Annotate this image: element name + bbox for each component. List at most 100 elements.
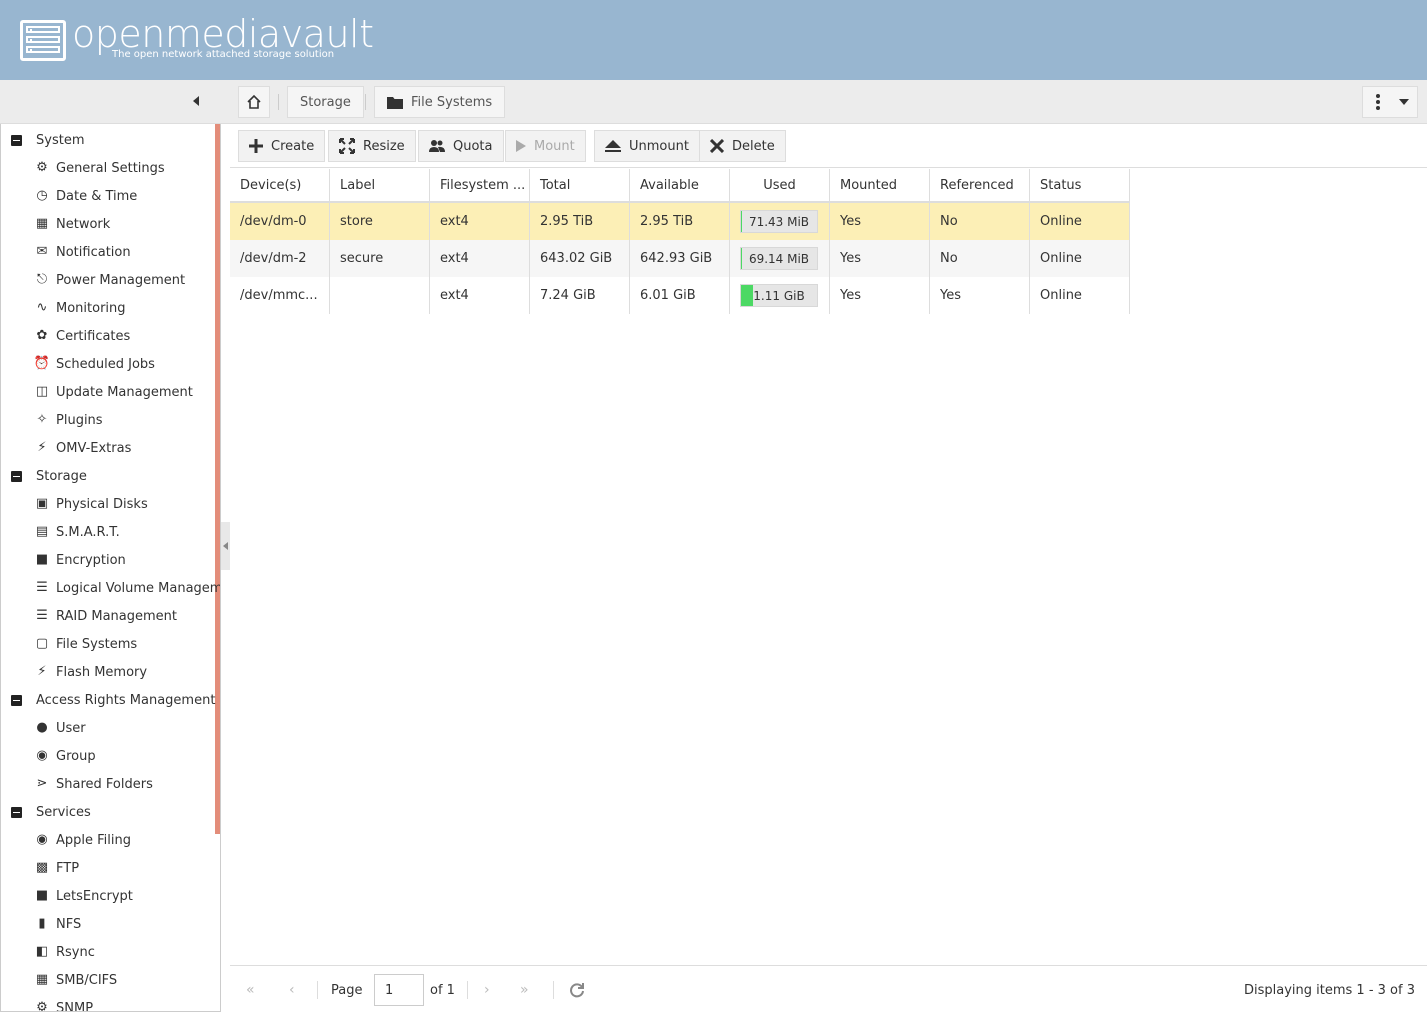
sidebar-item-ftp[interactable]: ▩ FTP: [1, 854, 79, 882]
sidebar-category-system[interactable]: System: [1, 126, 84, 154]
sidebar-item-logical-volume-managem[interactable]: ☰ Logical Volume Managem: [1, 574, 220, 602]
dropdown-button[interactable]: [1390, 86, 1418, 118]
sidebar-item-group[interactable]: ◉ Group: [1, 742, 96, 770]
sidebar-scrollbar[interactable]: [215, 124, 220, 834]
sidebar-item-notification[interactable]: ✉ Notification: [1, 238, 131, 266]
cell-label: store: [330, 203, 430, 240]
cell-label: secure: [330, 240, 430, 277]
app-subtitle: The open network attached storage soluti…: [112, 49, 335, 60]
collapse-icon[interactable]: [11, 470, 22, 482]
sidebar-item-letsencrypt[interactable]: ■ LetsEncrypt: [1, 882, 133, 910]
column-header-filesystem[interactable]: Filesystem ...: [430, 169, 530, 201]
next-page-icon[interactable]: ›: [484, 978, 490, 1002]
sidebar-item-certificates[interactable]: ✿ Certificates: [1, 322, 131, 350]
expand-icon: [339, 138, 355, 154]
table-row[interactable]: /dev/mmc... ext4 7.24 GiB 6.01 GiB 1.11 GiB Y…: [230, 277, 1130, 314]
create-button[interactable]: Create: [238, 130, 326, 162]
page-count-label: of 1: [430, 982, 455, 998]
collapse-sidebar-icon[interactable]: [193, 96, 199, 106]
windows-icon: ▦: [35, 972, 49, 987]
sidebar-item-scheduled-jobs[interactable]: ⏰ Scheduled Jobs: [1, 350, 155, 378]
sidebar-item-label: SNMP: [56, 1000, 94, 1012]
category-label: System: [36, 132, 85, 148]
sidebar-item-omv-extras[interactable]: ⚡ OMV-Extras: [1, 434, 131, 462]
column-header-total[interactable]: Total: [530, 169, 630, 201]
sidebar-item-label: LetsEncrypt: [56, 888, 133, 904]
sidebar-item-monitoring[interactable]: ∿ Monitoring: [1, 294, 126, 322]
collapse-icon[interactable]: [11, 134, 22, 146]
sidebar-item-network[interactable]: ▦ Network: [1, 210, 110, 238]
sidebar-item-snmp[interactable]: ⚙ SNMP: [1, 994, 94, 1012]
column-header-used[interactable]: Used: [730, 169, 830, 201]
last-page-icon[interactable]: »: [520, 978, 529, 1002]
breadcrumb-file-systems[interactable]: File Systems: [374, 86, 506, 118]
sidebar-item-flash-memory[interactable]: ⚡ Flash Memory: [1, 658, 147, 686]
sidebar-item-date-time[interactable]: ◷ Date & Time: [1, 182, 137, 210]
sidebar-category-storage[interactable]: Storage: [1, 462, 87, 490]
sidebar-item-label: Group: [56, 748, 96, 764]
lock-icon: ■: [35, 888, 49, 903]
column-header-label[interactable]: Label: [330, 169, 430, 201]
sidebar-item-file-systems[interactable]: ▢ File Systems: [1, 630, 137, 658]
sidebar-item-power-management[interactable]: ⎋ Power Management: [1, 266, 185, 294]
sidebar-item-raid-management[interactable]: ☰ RAID Management: [1, 602, 177, 630]
sidebar-item-physical-disks[interactable]: ▣ Physical Disks: [1, 490, 148, 518]
refresh-icon[interactable]: [569, 978, 585, 1002]
play-icon: [516, 140, 526, 152]
group-icon: ◉: [36, 748, 48, 763]
logo-icon: [20, 20, 66, 61]
column-header-device[interactable]: Device(s): [230, 169, 330, 201]
first-page-icon[interactable]: «: [246, 978, 255, 1002]
column-header-available[interactable]: Available: [630, 169, 730, 201]
column-header-mounted[interactable]: Mounted: [830, 169, 930, 201]
cell-status: Online: [1030, 277, 1130, 314]
sidebar-item-apple-filing[interactable]: ◉ Apple Filing: [1, 826, 131, 854]
sidebar-item-encryption[interactable]: ■ Encryption: [1, 546, 126, 574]
quota-button[interactable]: Quota: [418, 130, 504, 162]
cell-referenced: No: [930, 240, 1030, 277]
sidebar-item-update-management[interactable]: ◫ Update Management: [1, 378, 193, 406]
mount-button[interactable]: Mount: [505, 130, 586, 162]
close-icon: [710, 139, 724, 153]
sidebar-category-services[interactable]: Services: [1, 798, 91, 826]
gear-icon: ⚙: [36, 1000, 48, 1012]
sidebar-item-label: Notification: [56, 244, 131, 260]
home-button[interactable]: [238, 86, 270, 118]
apple-icon: ◉: [36, 832, 48, 847]
previous-page-icon[interactable]: ‹: [289, 978, 295, 1002]
update-icon: ◫: [35, 384, 49, 399]
home-icon: [247, 94, 261, 109]
sidebar-item-smb-cifs[interactable]: ▦ SMB/CIFS: [1, 966, 117, 994]
resize-button[interactable]: Resize: [328, 130, 416, 162]
category-label: Access Rights Management: [36, 692, 216, 708]
cell-available: 642.93 GiB: [630, 240, 730, 277]
table-row[interactable]: /dev/dm-2 secure ext4 643.02 GiB 642.93 GiB 6…: [230, 240, 1130, 277]
sidebar-item-plugins[interactable]: ✧ Plugins: [1, 406, 103, 434]
file-icon: ▮: [38, 916, 46, 931]
caret-down-icon: [1398, 99, 1409, 105]
sidebar-item-general-settings[interactable]: ⚙ General Settings: [1, 154, 165, 182]
sidebar-item-label: Scheduled Jobs: [56, 356, 155, 372]
delete-button[interactable]: Delete: [699, 130, 786, 162]
sidebar-item-label: Plugins: [56, 412, 103, 428]
collapse-icon[interactable]: [11, 694, 22, 706]
sidebar-item-rsync[interactable]: ◧ Rsync: [1, 938, 95, 966]
column-header-referenced[interactable]: Referenced: [930, 169, 1030, 201]
power-icon: ⎋: [36, 272, 48, 287]
breadcrumb-storage[interactable]: Storage: [287, 86, 364, 118]
sidebar-category-access-rights-management[interactable]: Access Rights Management: [1, 686, 215, 714]
sidebar-item-label: Shared Folders: [56, 776, 153, 792]
page-number-input[interactable]: [374, 974, 424, 1006]
sidebar-item-shared-folders[interactable]: ⋗ Shared Folders: [1, 770, 153, 798]
column-header-status[interactable]: Status: [1030, 169, 1130, 201]
collapse-icon[interactable]: [11, 806, 22, 818]
unmount-button[interactable]: Unmount: [594, 130, 700, 162]
sidebar-item-nfs[interactable]: ▮ NFS: [1, 910, 81, 938]
sidebar-splitter[interactable]: [221, 522, 230, 570]
sidebar-item-user[interactable]: ● User: [1, 714, 85, 742]
eject-icon: [605, 140, 621, 152]
rsync-icon: ◧: [35, 944, 49, 959]
cell-used: 69.14 MiB: [730, 240, 830, 277]
sidebar-item-s-m-a-r-t[interactable]: ▤ S.M.A.R.T.: [1, 518, 120, 546]
table-row[interactable]: /dev/dm-0 store ext4 2.95 TiB 2.95 TiB 71.43 …: [230, 203, 1130, 240]
